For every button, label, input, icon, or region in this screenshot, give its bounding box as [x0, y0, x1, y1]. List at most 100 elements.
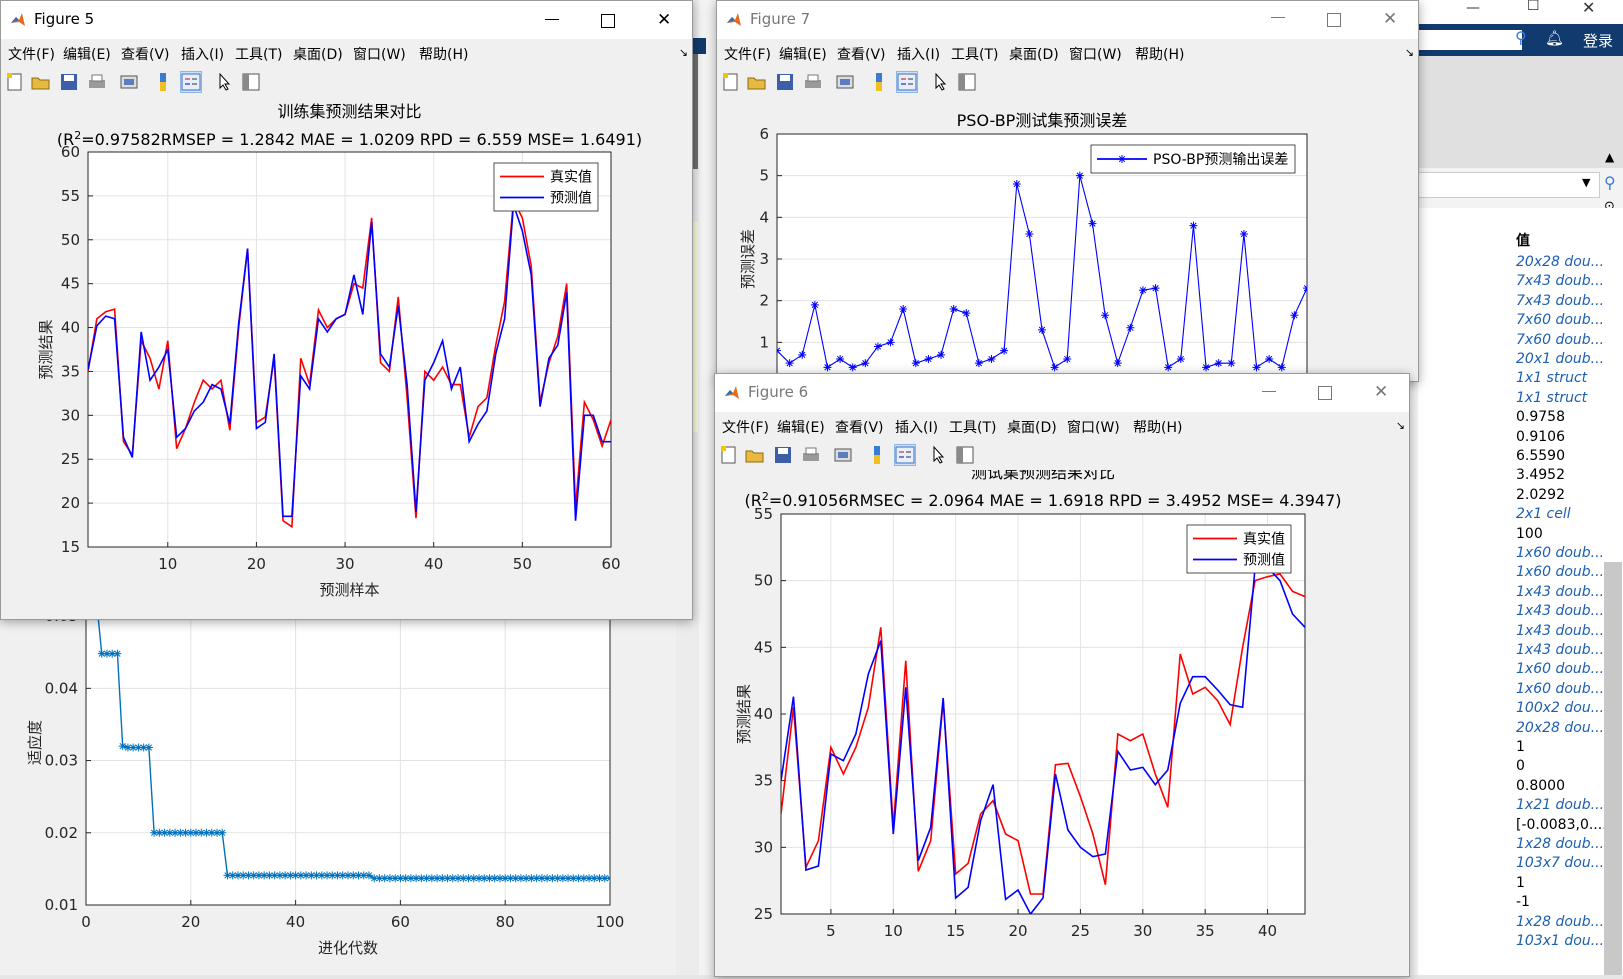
dock-icon[interactable]: ↘ [1405, 46, 1414, 59]
workspace-value[interactable]: 20x1 doub... [1516, 351, 1604, 367]
workspace-value[interactable]: 2.0292 [1516, 487, 1565, 503]
menu-item[interactable]: 文件(F) [724, 44, 771, 64]
menu-item[interactable]: 桌面(D) [1007, 417, 1057, 437]
minimize-button[interactable] [1250, 1, 1306, 39]
address-bar[interactable] [1418, 172, 1600, 198]
workspace-value[interactable]: 1x43 doub... [1516, 623, 1604, 639]
workspace-value[interactable]: 103x7 dou... [1516, 855, 1604, 871]
menu-item[interactable]: 文件(F) [722, 417, 769, 437]
menu-item[interactable]: 插入(I) [181, 44, 224, 64]
new-figure-icon[interactable] [719, 445, 739, 465]
menu-item[interactable]: 桌面(D) [293, 44, 343, 64]
workspace-value[interactable]: 1x43 doub... [1516, 584, 1604, 600]
workspace-scrollbar[interactable] [1604, 562, 1622, 975]
workspace-value[interactable]: 103x1 dou... [1516, 933, 1604, 949]
minimize-icon[interactable]: — [1466, 0, 1480, 16]
bell-icon[interactable]: 🔔︎ [1545, 29, 1564, 47]
minimize-button[interactable] [1241, 374, 1297, 412]
workspace-value[interactable]: -1 [1516, 894, 1530, 910]
workspace-value[interactable]: 1 [1516, 739, 1525, 755]
workspace-value[interactable]: 1x43 doub... [1516, 642, 1604, 658]
workspace-value[interactable]: 1x28 doub... [1516, 914, 1604, 930]
new-figure-icon[interactable] [721, 72, 741, 92]
workspace-value[interactable]: 7x43 doub... [1516, 273, 1604, 289]
menu-item[interactable]: 文件(F) [8, 44, 55, 64]
workspace-value[interactable]: 1 [1516, 875, 1525, 891]
property-editor-icon[interactable] [957, 72, 977, 92]
save-icon[interactable] [59, 72, 79, 92]
workspace-value[interactable]: 0.9106 [1516, 429, 1565, 445]
colorbar-icon[interactable] [869, 72, 889, 92]
menu-item[interactable]: 工具(T) [949, 417, 996, 437]
minimize-button[interactable] [524, 1, 580, 39]
menu-item[interactable]: 插入(I) [895, 417, 938, 437]
menu-item[interactable]: 帮助(H) [419, 44, 468, 64]
close-button[interactable]: ✕ [1353, 374, 1409, 412]
workspace-value[interactable]: 1x21 doub... [1516, 797, 1604, 813]
workspace-value[interactable]: 2x1 cell [1516, 506, 1571, 522]
open-file-icon[interactable] [31, 72, 51, 92]
colorbar-icon[interactable] [153, 72, 173, 92]
menu-item[interactable]: 编辑(E) [63, 44, 111, 64]
workspace-value[interactable]: 1x1 struct [1516, 370, 1587, 386]
save-icon[interactable] [775, 72, 795, 92]
workspace-value[interactable]: 20x28 dou... [1516, 720, 1604, 736]
figure-6-titlebar[interactable]: Figure 6 ✕ [715, 374, 1409, 412]
print-icon[interactable] [87, 72, 107, 92]
figure-5-titlebar[interactable]: Figure 5 ✕ [1, 1, 692, 39]
search-icon[interactable]: ⚲ [1515, 28, 1527, 47]
workspace-value[interactable]: 0.8000 [1516, 778, 1565, 794]
workspace-value[interactable]: 20x28 dou... [1516, 254, 1604, 270]
dock-icon[interactable]: ↘ [1396, 419, 1405, 432]
menu-item[interactable]: 插入(I) [897, 44, 940, 64]
workspace-value[interactable]: 1x60 doub... [1516, 661, 1604, 677]
maximize-icon[interactable]: ☐ [1527, 0, 1540, 14]
pointer-icon[interactable] [929, 445, 949, 465]
login-link[interactable]: 登录 [1583, 30, 1613, 51]
menu-item[interactable]: 桌面(D) [1009, 44, 1059, 64]
link-plot-icon[interactable] [119, 72, 139, 92]
menu-item[interactable]: 查看(V) [121, 44, 170, 64]
maximize-button[interactable] [580, 1, 636, 39]
close-icon[interactable]: ✕ [1582, 0, 1595, 17]
pointer-icon[interactable] [215, 72, 235, 92]
workspace-value[interactable]: 7x60 doub... [1516, 332, 1604, 348]
workspace-value[interactable]: 0.9758 [1516, 409, 1565, 425]
legend-icon[interactable] [896, 71, 918, 93]
workspace-value[interactable]: 100 [1516, 526, 1543, 542]
menu-item[interactable]: 查看(V) [835, 417, 884, 437]
workspace-value[interactable]: 7x60 doub... [1516, 312, 1604, 328]
dock-icon[interactable]: ↘ [679, 46, 688, 59]
property-editor-icon[interactable] [241, 72, 261, 92]
menu-item[interactable]: 编辑(E) [777, 417, 825, 437]
legend-icon[interactable] [180, 71, 202, 93]
maximize-button[interactable] [1297, 374, 1353, 412]
menu-item[interactable]: 工具(T) [951, 44, 998, 64]
save-icon[interactable] [773, 445, 793, 465]
menu-item[interactable]: 窗口(W) [353, 44, 406, 64]
menu-item[interactable]: 窗口(W) [1067, 417, 1120, 437]
workspace-value[interactable]: 6.5590 [1516, 448, 1565, 464]
workspace-value[interactable]: [-0.0083,0.... [1516, 817, 1607, 833]
open-file-icon[interactable] [747, 72, 767, 92]
workspace-value[interactable]: 1x28 doub... [1516, 836, 1604, 852]
legend-icon[interactable] [894, 444, 916, 466]
figure-7-titlebar[interactable]: Figure 7 ✕ [717, 1, 1418, 39]
search-box[interactable] [1418, 30, 1522, 50]
maximize-button[interactable] [1306, 1, 1362, 39]
workspace-value[interactable]: 1x60 doub... [1516, 681, 1604, 697]
close-button[interactable]: ✕ [636, 1, 692, 39]
workspace-value[interactable]: 1x1 struct [1516, 390, 1587, 406]
dropdown-icon[interactable]: ▼ [1582, 176, 1590, 189]
colorbar-icon[interactable] [867, 445, 887, 465]
menu-item[interactable]: 编辑(E) [779, 44, 827, 64]
menu-item[interactable]: 窗口(W) [1069, 44, 1122, 64]
pointer-icon[interactable] [931, 72, 951, 92]
workspace-value[interactable]: 1x43 doub... [1516, 603, 1604, 619]
workspace-value[interactable]: 100x2 dou... [1516, 700, 1604, 716]
close-button[interactable]: ✕ [1362, 1, 1418, 39]
menu-item[interactable]: 查看(V) [837, 44, 886, 64]
link-plot-icon[interactable] [833, 445, 853, 465]
open-file-icon[interactable] [745, 445, 765, 465]
menu-item[interactable]: 帮助(H) [1135, 44, 1184, 64]
